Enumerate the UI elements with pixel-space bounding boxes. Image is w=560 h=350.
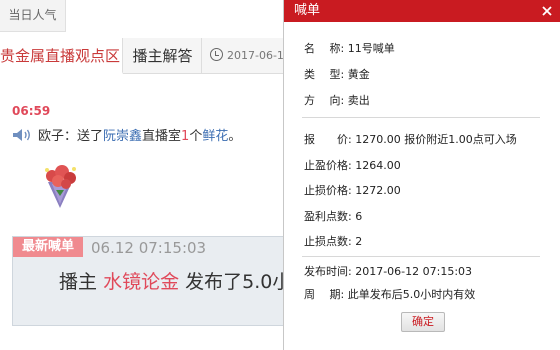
call-detail-dialog: 喊单 名 称: 11号喊单 类 型: 黄金 方 向: 卖出 报 价: 1270.…: [283, 0, 560, 350]
row-name: 名 称: 11号喊单: [304, 42, 395, 56]
divider-top: [302, 117, 540, 118]
latest-call-time: 06.12 07:15:03: [91, 239, 207, 257]
clock-icon: [210, 48, 223, 61]
quote-label: 报 价:: [304, 133, 352, 146]
period-value: 此单发布后5.0小时内有效: [347, 288, 476, 301]
direction-label: 方 向:: [304, 94, 345, 107]
publish-time-label: 发布时间:: [304, 265, 352, 278]
profit-points-label: 盈利点数:: [304, 210, 352, 223]
message-room: 直播室: [142, 129, 182, 144]
message-gift-from[interactable]: 阮崇鑫: [103, 129, 142, 144]
stop-loss-value: 1272.00: [355, 184, 401, 197]
row-type: 类 型: 黄金: [304, 68, 370, 82]
take-profit-value: 1264.00: [355, 159, 401, 172]
row-loss-points: 止损点数: 2: [304, 235, 362, 249]
row-quote: 报 价: 1270.00 报价附近1.00点可入场: [304, 133, 517, 147]
tab-host-answers[interactable]: 播主解答: [124, 38, 202, 74]
confirm-button[interactable]: 确定: [401, 312, 445, 332]
row-direction: 方 向: 卖出: [304, 94, 370, 108]
latest-call-suffix: 发布了5.0小时: [185, 271, 287, 293]
latest-call-host[interactable]: 水镜论金: [103, 271, 179, 293]
message-time: 06:59: [12, 104, 51, 118]
latest-call-text: 播主 水镜论金 发布了5.0小时: [59, 267, 287, 294]
row-profit-points: 盈利点数: 6: [304, 210, 362, 224]
message-user: 欧子：送了: [38, 129, 104, 144]
tab-bar: 贵金属直播观点区 播主解答 2017-06-12: [0, 38, 300, 74]
dialog-title: 喊单: [294, 3, 321, 18]
gift-message: 欧子：送了阮崇鑫直播室1个鲜花。: [12, 125, 241, 144]
stop-loss-label: 止损价格:: [304, 184, 352, 197]
dialog-header: 喊单: [284, 0, 560, 22]
flower-bouquet-icon: [45, 165, 76, 208]
tab-date[interactable]: 2017-06-12: [210, 38, 291, 74]
tab-date-label: 2017-06-12: [227, 49, 291, 62]
row-take-profit: 止盈价格: 1264.00: [304, 159, 401, 173]
speaker-icon: [13, 129, 30, 141]
message-gift: 鲜花: [202, 129, 229, 144]
quote-value: 1270.00 报价附近1.00点可入场: [355, 133, 517, 146]
type-value: 黄金: [347, 68, 370, 81]
close-icon[interactable]: [540, 4, 554, 18]
divider-bottom: [302, 256, 540, 257]
profit-points-value: 6: [355, 210, 363, 223]
tab-live-discussion[interactable]: 贵金属直播观点区: [0, 38, 123, 74]
latest-call-card[interactable]: 最新喊单 06.12 07:15:03 播主 水镜论金 发布了5.0小时: [12, 236, 288, 326]
row-publish-time: 发布时间: 2017-06-12 07:15:03: [304, 265, 472, 279]
type-label: 类 型:: [304, 68, 345, 81]
row-period: 周 期: 此单发布后5.0小时内有效: [304, 288, 475, 302]
message-end: 。: [228, 129, 242, 144]
latest-call-badge: 最新喊单: [13, 237, 83, 257]
popularity-tab[interactable]: 当日人气: [0, 0, 66, 32]
latest-call-prefix: 播主: [59, 271, 98, 293]
loss-points-label: 止损点数:: [304, 235, 352, 248]
direction-value: 卖出: [347, 94, 370, 107]
loss-points-value: 2: [355, 235, 363, 248]
name-value: 11号喊单: [347, 42, 395, 55]
row-stop-loss: 止损价格: 1272.00: [304, 184, 401, 198]
publish-time-value: 2017-06-12 07:15:03: [355, 265, 473, 278]
period-label: 周 期:: [304, 288, 345, 301]
take-profit-label: 止盈价格:: [304, 159, 352, 172]
name-label: 名 称:: [304, 42, 345, 55]
message-unit: 个: [189, 129, 203, 144]
